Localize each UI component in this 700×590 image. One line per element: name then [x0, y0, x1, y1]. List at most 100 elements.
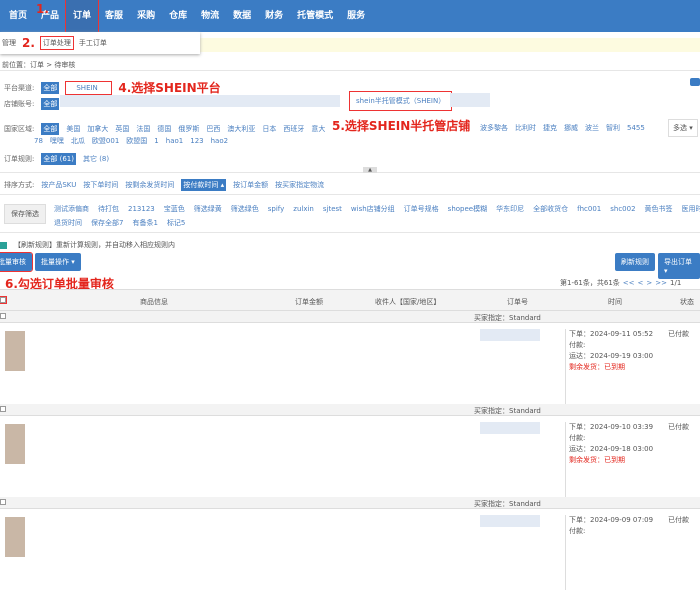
filter-preset[interactable]: 待打包: [98, 204, 119, 214]
filter-preset[interactable]: 筛选绿黄: [194, 204, 222, 214]
order-status: 已付款: [668, 516, 689, 524]
country-item[interactable]: 捷克: [543, 123, 557, 133]
order-checkbox[interactable]: [0, 406, 6, 412]
sort-option-active[interactable]: 按付款时间 ▴: [181, 179, 227, 191]
country-item[interactable]: 123: [190, 137, 203, 145]
subnav-order-processing[interactable]: 订单处理: [39, 36, 74, 50]
order-checkbox[interactable]: [0, 499, 6, 505]
country-item[interactable]: 澳大利亚: [227, 124, 255, 134]
multi-select-button[interactable]: 多选 ▾: [668, 119, 698, 137]
country-item[interactable]: 北瓜: [71, 136, 85, 146]
filter-preset[interactable]: 保存全部7: [91, 218, 123, 228]
sort-option[interactable]: 按买家指定物流: [275, 180, 324, 190]
filter-preset[interactable]: 医用时间: [682, 204, 700, 214]
nav-home[interactable]: 首页: [2, 0, 34, 32]
refresh-notice: 【刷新规则】重新计算规则，并自动移入相应规则内: [14, 241, 175, 249]
filter-preset[interactable]: sjtest: [323, 205, 342, 213]
pager-summary: 第1-61条，共61条: [560, 279, 620, 287]
col-amount: 订单金额: [295, 298, 323, 306]
nav-order[interactable]: 订单: [65, 0, 100, 33]
nav-warehouse[interactable]: 仓库: [162, 0, 194, 32]
filter-preset[interactable]: 宝蓝色: [164, 204, 185, 214]
filter-preset[interactable]: 有备条1: [132, 218, 157, 228]
subnav-prefix: 管理: [2, 39, 16, 47]
pager-first[interactable]: <<: [623, 279, 635, 287]
country-item[interactable]: 欧盟001: [92, 136, 119, 146]
filter-preset[interactable]: 测试添偏商: [54, 204, 89, 214]
collapse-button[interactable]: ▲: [363, 167, 377, 173]
subnav-menu: 管理 2. 订单处理 手工订单: [0, 32, 200, 54]
country-item[interactable]: 智利: [606, 123, 620, 133]
nav-data[interactable]: 数据: [226, 0, 258, 32]
subnav-manual-order[interactable]: 手工订单: [79, 38, 107, 48]
country-item[interactable]: 加拿大: [87, 124, 108, 134]
country-item[interactable]: 德国: [157, 124, 171, 134]
filter-preset[interactable]: wish店铺分组: [351, 204, 395, 214]
country-item[interactable]: 78: [34, 137, 43, 145]
save-filter-button[interactable]: 保存筛选: [4, 204, 46, 224]
country-item[interactable]: 日本: [262, 124, 276, 134]
country-item[interactable]: 波多黎各: [480, 123, 508, 133]
platform-shein[interactable]: SHEIN: [65, 80, 113, 95]
country-item[interactable]: 意大: [311, 124, 325, 134]
country-item[interactable]: 1: [154, 137, 158, 145]
nav-services[interactable]: 服务: [340, 0, 372, 32]
country-item[interactable]: 挪威: [564, 123, 578, 133]
pager-last[interactable]: >>: [655, 279, 667, 287]
nav-purchase[interactable]: 采购: [130, 0, 162, 32]
country-item[interactable]: 5455: [627, 124, 645, 132]
order-row: 买家指定：Standard 下单：2024-09-10 03:39 付款: 运达：2…: [0, 404, 700, 497]
rules-all[interactable]: 全部 (61): [41, 153, 76, 165]
filter-preset[interactable]: 标记5: [167, 218, 185, 228]
refresh-rules-button[interactable]: 刷新规则: [615, 253, 655, 271]
sort-option[interactable]: 按产品SKU: [41, 180, 76, 190]
nav-finance[interactable]: 财务: [258, 0, 290, 32]
filter-preset[interactable]: 213123: [128, 205, 155, 213]
product-image: [5, 331, 25, 371]
export-orders-button[interactable]: 导出订单 ▾: [658, 253, 700, 279]
country-item[interactable]: 美国: [66, 124, 80, 134]
country-item[interactable]: 欧盟国: [126, 136, 147, 146]
batch-ops-button[interactable]: 批量操作 ▾: [35, 253, 81, 271]
product-image: [5, 517, 25, 557]
sort-option[interactable]: 按剩余发货时间: [125, 180, 174, 190]
filter-preset[interactable]: 黄色书签: [645, 204, 673, 214]
filter-preset[interactable]: shopee模糊: [448, 204, 487, 214]
filter-preset[interactable]: spify: [268, 205, 285, 213]
nav-service[interactable]: 客服: [98, 0, 130, 32]
country-item[interactable]: 法国: [136, 124, 150, 134]
country-item[interactable]: 西班牙: [283, 124, 304, 134]
filter-preset[interactable]: zulxin: [293, 205, 314, 213]
rules-other[interactable]: 其它 (8): [83, 154, 109, 164]
country-item[interactable]: 波兰: [585, 123, 599, 133]
pager-next[interactable]: >: [646, 279, 652, 287]
filter-preset[interactable]: shc002: [610, 205, 635, 213]
country-item[interactable]: hao1: [166, 137, 183, 145]
country-item[interactable]: 比利时: [515, 123, 536, 133]
batch-review-button[interactable]: 批量审核: [0, 252, 33, 272]
shop-all[interactable]: 全部: [41, 98, 60, 110]
filter-preset[interactable]: 华东印尼: [496, 204, 524, 214]
country-item[interactable]: 嘿嘿: [50, 136, 64, 146]
shop-shein-semi-hosted[interactable]: shein半托管模式（SHEIN）: [348, 91, 453, 111]
order-checkbox[interactable]: [0, 313, 6, 319]
sort-option[interactable]: 按订单金额: [233, 180, 268, 190]
filter-preset[interactable]: fhc001: [577, 205, 601, 213]
platform-all[interactable]: 全部: [41, 81, 60, 94]
sort-option[interactable]: 按下单时间: [83, 180, 118, 190]
nav-hosting[interactable]: 托管模式: [290, 0, 340, 32]
filter-preset[interactable]: 退货时间: [54, 218, 82, 228]
country-item[interactable]: 巴西: [206, 124, 220, 134]
nav-logistics[interactable]: 物流: [194, 0, 226, 32]
filter-preset[interactable]: 全部收货仓: [533, 204, 568, 214]
pager-prev[interactable]: <: [638, 279, 644, 287]
ship-deadline: 运达：2024-09-18 03:00: [569, 445, 654, 453]
country-item[interactable]: 俄罗斯: [178, 124, 199, 134]
country-item[interactable]: 英国: [115, 124, 129, 134]
select-all-checkbox[interactable]: [0, 296, 7, 304]
filter-preset[interactable]: 订单号规格: [404, 204, 439, 214]
country-all[interactable]: 全部: [41, 123, 60, 135]
filter-preset[interactable]: 筛选绿色: [231, 204, 259, 214]
side-button[interactable]: [690, 78, 700, 86]
country-item[interactable]: hao2: [211, 137, 228, 145]
